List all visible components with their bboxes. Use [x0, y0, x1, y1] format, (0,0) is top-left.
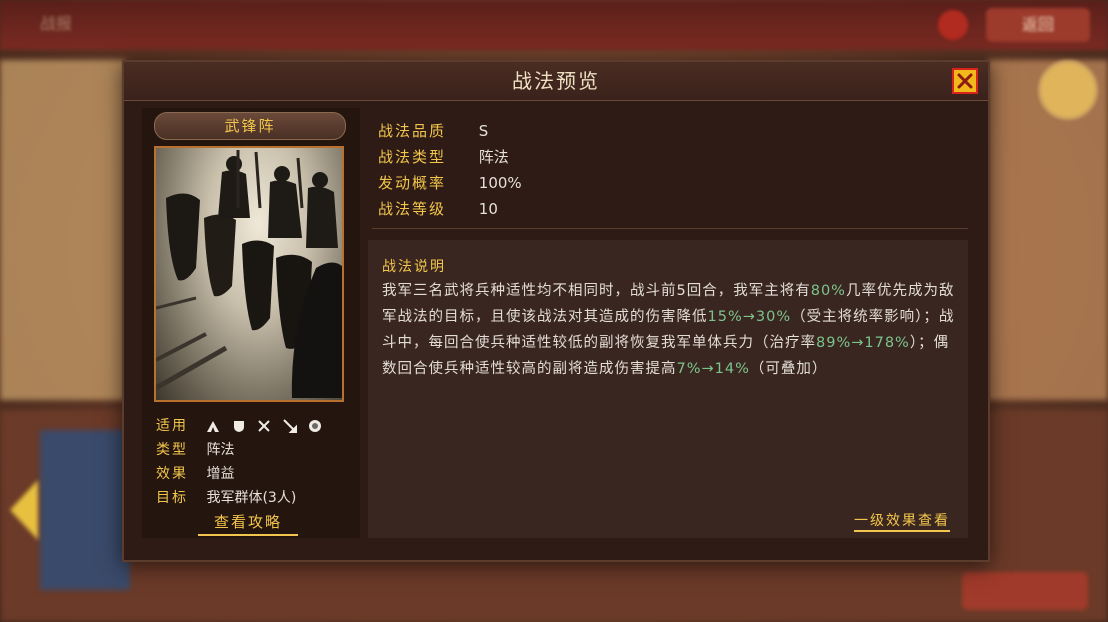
attr-effect-row: 效果 增益	[156, 464, 234, 484]
description-title: 战法说明	[382, 259, 446, 275]
dialog-title: 战法预览	[512, 69, 600, 93]
tactic-card: 武锋阵 适用 类型 阵法 效果 增益 目标 我军群体(3人) 查看攻略	[142, 108, 360, 538]
description-part-5: （可叠加）	[749, 361, 828, 377]
background-notification-icon	[938, 10, 968, 40]
stat-quality: 战法品质 S	[378, 118, 968, 144]
attr-applicable-label: 适用	[156, 418, 188, 434]
spear-icon	[283, 419, 297, 433]
attr-target-label: 目标	[156, 490, 188, 506]
soldiers-silhouette-image	[156, 150, 342, 398]
stat-quality-label: 战法品质	[378, 122, 447, 140]
stat-trigger-rate-value: 100%	[478, 174, 522, 192]
description-highlight-4: 7%→14%	[676, 361, 750, 377]
tactic-description: 战法说明 我军三名武将兵种适性均不相同时，战斗前5回合，我军主将有80%几率优先…	[368, 240, 968, 538]
stat-quality-value: S	[478, 122, 489, 140]
tactic-stats: 战法品质 S 战法类型 阵法 发动概率 100% 战法等级 10	[378, 118, 968, 222]
shield-icon	[232, 419, 246, 433]
attr-target-row: 目标 我军群体(3人)	[156, 488, 296, 508]
description-highlight-2: 15%→30%	[707, 309, 792, 325]
background-back-button: 战报	[40, 14, 73, 33]
stat-level-label: 战法等级	[378, 200, 447, 218]
tactic-name: 武锋阵	[154, 112, 346, 140]
level-one-effect-link[interactable]: 一级效果查看	[854, 512, 950, 532]
stat-trigger-rate-label: 发动概率	[378, 174, 447, 192]
tactic-preview-dialog: 战法预览 武锋阵 适用 类型 阵法 效果 增益 目标 我军群体(3人) 查看攻略…	[122, 60, 990, 562]
background-arrow-icon	[10, 480, 38, 540]
cavalry-icon	[206, 419, 220, 433]
attr-type-row: 类型 阵法	[156, 440, 234, 460]
stat-level: 战法等级 10	[378, 196, 968, 222]
background-return-button: 返回	[986, 8, 1090, 42]
background-avatar	[1038, 60, 1098, 120]
stat-type: 战法类型 阵法	[378, 144, 968, 170]
siege-icon	[308, 419, 322, 433]
attr-type-value: 阵法	[206, 442, 235, 458]
stat-trigger-rate: 发动概率 100%	[378, 170, 968, 196]
background-left-panel	[0, 60, 125, 400]
stat-level-value: 10	[478, 200, 498, 218]
tactic-illustration	[154, 146, 344, 402]
description-text: 我军三名武将兵种适性均不相同时，战斗前5回合，我军主将有80%几率优先成为敌军战…	[382, 278, 958, 382]
background-general-card	[40, 430, 130, 590]
stat-type-label: 战法类型	[378, 148, 447, 166]
attr-target-value: 我军群体(3人)	[206, 490, 297, 506]
dialog-header: 战法预览	[124, 62, 988, 101]
close-icon	[957, 73, 973, 89]
attr-type-label: 类型	[156, 442, 188, 458]
attr-applicable-row: 适用	[156, 416, 329, 436]
attr-effect-label: 效果	[156, 466, 188, 482]
view-guide-link[interactable]: 查看攻略	[198, 512, 298, 536]
description-part-1: 我军三名武将兵种适性均不相同时，战斗前5回合，我军主将有	[382, 283, 811, 299]
description-highlight-3: 89%→178%	[816, 335, 910, 351]
archer-icon	[257, 419, 271, 433]
attr-effect-value: 增益	[206, 466, 235, 482]
description-highlight-1: 80%	[810, 283, 846, 299]
stats-divider	[372, 228, 968, 229]
background-action-button	[962, 572, 1088, 610]
close-button[interactable]	[952, 68, 978, 94]
troop-icons	[206, 416, 329, 436]
stat-type-value: 阵法	[478, 148, 509, 166]
